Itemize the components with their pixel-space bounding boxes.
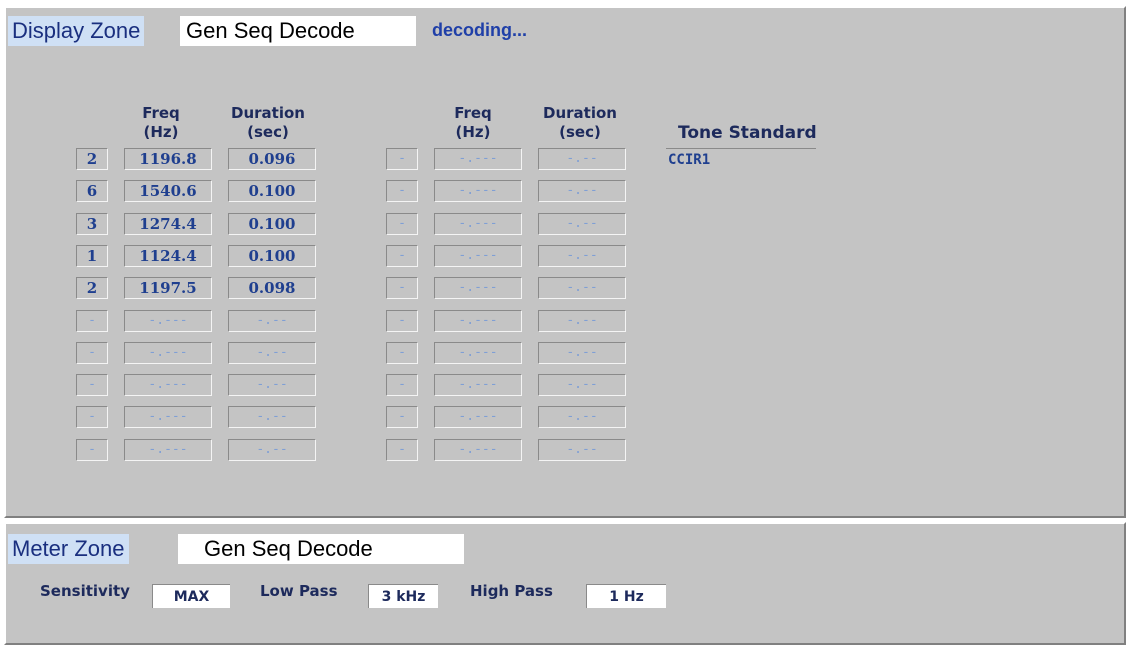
left-duration-header-title: Duration (231, 104, 305, 122)
right-row-9-freq-cell: -.--- (434, 406, 522, 428)
display-zone-panel: Display Zone Gen Seq Decode decoding... … (4, 6, 1126, 518)
right-row-9-duration-cell: -.-- (538, 406, 626, 428)
left-row-7-duration-cell: -.-- (228, 342, 316, 364)
meter-zone-panel: Meter Zone Gen Seq Decode Sensitivity MA… (4, 522, 1126, 645)
right-row-1-freq-cell: -.--- (434, 148, 522, 170)
high-pass-field[interactable]: 1 Hz (586, 584, 666, 608)
right-row-6-digit-cell: - (386, 310, 418, 332)
right-row-2-digit-cell: - (386, 180, 418, 202)
meter-zone-mode-field[interactable]: Gen Seq Decode (178, 534, 464, 564)
right-row-8-freq-cell: -.--- (434, 374, 522, 396)
right-row-1-digit-cell: - (386, 148, 418, 170)
left-row-2-freq-cell: 1540.6 (124, 180, 212, 202)
right-row-3-duration-cell: -.-- (538, 213, 626, 235)
left-row-9-freq-cell: -.--- (124, 406, 212, 428)
left-freq-header-title: Freq (142, 104, 180, 122)
right-row-6-freq-cell: -.--- (434, 310, 522, 332)
right-row-8-duration-cell: -.-- (538, 374, 626, 396)
right-row-10-digit-cell: - (386, 439, 418, 461)
left-row-4-freq-cell: 1124.4 (124, 245, 212, 267)
left-row-9-digit-cell: - (76, 406, 108, 428)
right-row-7-freq-cell: -.--- (434, 342, 522, 364)
left-row-8-duration-cell: -.-- (228, 374, 316, 396)
right-row-6-duration-cell: -.-- (538, 310, 626, 332)
right-freq-header-title: Freq (454, 104, 492, 122)
right-row-5-duration-cell: -.-- (538, 277, 626, 299)
right-row-9-digit-cell: - (386, 406, 418, 428)
left-row-6-freq-cell: -.--- (124, 310, 212, 332)
left-row-5-digit-cell: 2 (76, 277, 108, 299)
right-row-4-freq-cell: -.--- (434, 245, 522, 267)
right-row-8-digit-cell: - (386, 374, 418, 396)
left-row-2-duration-cell: 0.100 (228, 180, 316, 202)
left-row-8-digit-cell: - (76, 374, 108, 396)
left-row-4-duration-cell: 0.100 (228, 245, 316, 267)
right-row-10-duration-cell: -.-- (538, 439, 626, 461)
right-row-3-freq-cell: -.--- (434, 213, 522, 235)
right-duration-header-title: Duration (543, 104, 617, 122)
left-row-10-freq-cell: -.--- (124, 439, 212, 461)
right-row-4-digit-cell: - (386, 245, 418, 267)
right-row-3-digit-cell: - (386, 213, 418, 235)
left-duration-header: Duration (sec) (220, 104, 316, 142)
left-row-5-freq-cell: 1197.5 (124, 277, 212, 299)
right-row-5-freq-cell: -.--- (434, 277, 522, 299)
left-row-4-digit-cell: 1 (76, 245, 108, 267)
right-row-10-freq-cell: -.--- (434, 439, 522, 461)
left-row-6-digit-cell: - (76, 310, 108, 332)
right-row-7-duration-cell: -.-- (538, 342, 626, 364)
right-row-5-digit-cell: - (386, 277, 418, 299)
display-zone-mode-field[interactable]: Gen Seq Decode (180, 16, 416, 46)
left-row-2-digit-cell: 6 (76, 180, 108, 202)
high-pass-label: High Pass (470, 582, 553, 600)
sensitivity-field[interactable]: MAX (152, 584, 230, 608)
tone-standard-header: Tone Standard (678, 123, 817, 143)
right-row-2-duration-cell: -.-- (538, 180, 626, 202)
left-row-9-duration-cell: -.-- (228, 406, 316, 428)
right-row-1-duration-cell: -.-- (538, 148, 626, 170)
right-freq-header-unit: (Hz) (455, 123, 491, 141)
right-freq-header: Freq (Hz) (438, 104, 508, 142)
left-row-3-digit-cell: 3 (76, 213, 108, 235)
left-duration-header-unit: (sec) (247, 123, 289, 141)
left-row-1-duration-cell: 0.096 (228, 148, 316, 170)
left-row-1-digit-cell: 2 (76, 148, 108, 170)
decode-status-text: decoding... (432, 20, 528, 40)
left-freq-header: Freq (Hz) (126, 104, 196, 142)
low-pass-label: Low Pass (260, 582, 338, 600)
meter-zone-label[interactable]: Meter Zone (8, 534, 129, 564)
display-zone-label[interactable]: Display Zone (8, 16, 145, 46)
left-freq-header-unit: (Hz) (143, 123, 179, 141)
sensitivity-label: Sensitivity (40, 582, 130, 600)
low-pass-field[interactable]: 3 kHz (368, 584, 438, 608)
tone-standard-value: CCIR1 (666, 148, 816, 170)
left-row-6-duration-cell: -.-- (228, 310, 316, 332)
left-row-1-freq-cell: 1196.8 (124, 148, 212, 170)
left-row-7-freq-cell: -.--- (124, 342, 212, 364)
left-row-3-duration-cell: 0.100 (228, 213, 316, 235)
left-row-3-freq-cell: 1274.4 (124, 213, 212, 235)
right-row-7-digit-cell: - (386, 342, 418, 364)
left-row-8-freq-cell: -.--- (124, 374, 212, 396)
right-duration-header-unit: (sec) (559, 123, 601, 141)
left-row-5-duration-cell: 0.098 (228, 277, 316, 299)
left-row-10-digit-cell: - (76, 439, 108, 461)
left-row-10-duration-cell: -.-- (228, 439, 316, 461)
left-row-7-digit-cell: - (76, 342, 108, 364)
right-row-4-duration-cell: -.-- (538, 245, 626, 267)
right-row-2-freq-cell: -.--- (434, 180, 522, 202)
right-duration-header: Duration (sec) (532, 104, 628, 142)
